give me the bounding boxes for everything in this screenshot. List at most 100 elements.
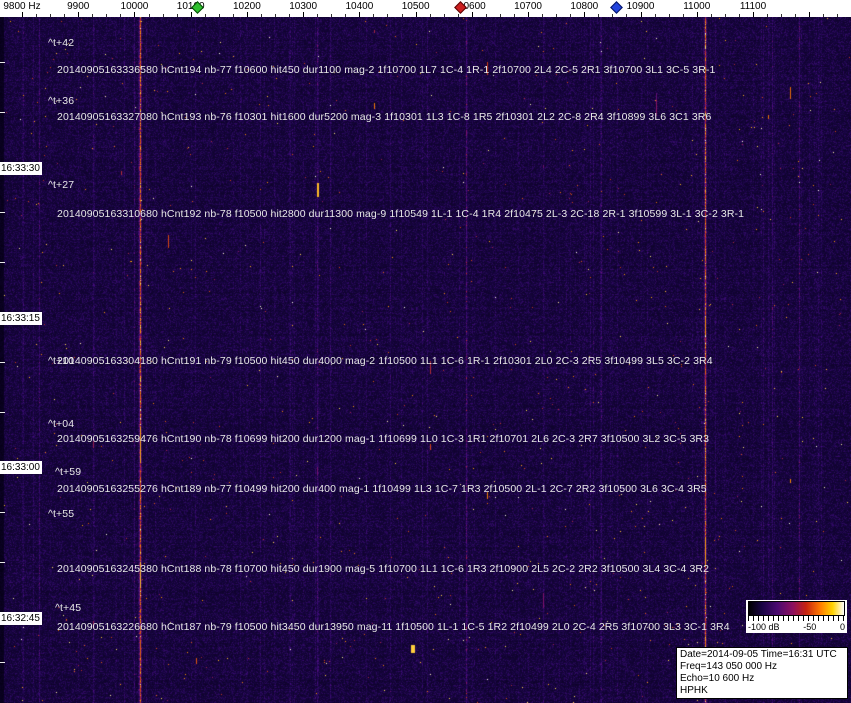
time-tick xyxy=(0,412,5,413)
freq-label: 10000 xyxy=(120,1,149,12)
time-tick xyxy=(0,562,5,563)
info-date-time: Date=2014-09-05 Time=16:31 UTC xyxy=(680,649,837,660)
freq-label: 10400 xyxy=(345,1,374,12)
detection-line: 20140905163226680 hCnt187 nb-79 f10500 h… xyxy=(57,621,730,633)
detection-line: 20140905163327080 hCnt193 nb-76 f10301 h… xyxy=(57,111,712,123)
freq-minor-tick xyxy=(485,14,487,17)
freq-minor-tick xyxy=(710,14,712,17)
freq-major-tick xyxy=(471,12,473,17)
freq-minor-tick xyxy=(767,14,769,17)
freq-major-tick xyxy=(528,12,530,17)
freq-major-tick xyxy=(246,12,248,17)
time-tick xyxy=(0,212,5,213)
detection-line: 20140905163310680 hCnt192 nb-78 f10500 h… xyxy=(57,208,745,220)
freq-minor-tick xyxy=(598,14,600,17)
echo-time-marker: ^t+45 xyxy=(55,602,82,614)
freq-minor-tick xyxy=(106,14,108,17)
freq-minor-tick xyxy=(36,14,38,17)
freq-minor-tick xyxy=(668,14,670,17)
status-info-box: Date=2014-09-05 Time=16:31 UTC Freq=143 … xyxy=(676,647,848,699)
freq-minor-tick xyxy=(682,14,684,17)
freq-label: 9900 xyxy=(67,1,90,12)
echo-time-marker: ^t+04 xyxy=(48,418,75,430)
legend-max-label: 0 xyxy=(839,622,845,632)
freq-minor-tick xyxy=(64,14,66,17)
freq-minor-tick xyxy=(148,14,150,17)
time-tick xyxy=(0,512,5,513)
detection-line: 20140905163336580 hCnt194 nb-77 f10600 h… xyxy=(57,64,716,76)
freq-label: 11100 xyxy=(739,1,767,12)
freq-major-tick xyxy=(415,12,417,17)
freq-major-tick xyxy=(640,12,642,17)
freq-minor-tick xyxy=(738,14,740,17)
detection-line: 20140905163304180 hCnt191 nb-79 f10500 h… xyxy=(57,355,713,367)
freq-minor-tick xyxy=(612,14,614,17)
time-axis-label: 16:33:30 xyxy=(0,162,42,175)
freq-minor-tick xyxy=(837,14,839,17)
freq-minor-tick xyxy=(724,14,726,17)
freq-minor-tick xyxy=(514,14,515,17)
freq-minor-tick xyxy=(654,14,656,17)
freq-minor-tick xyxy=(401,14,403,17)
time-tick xyxy=(0,262,5,263)
detection-line: 20140905163259476 hCnt190 nb-78 f10699 h… xyxy=(57,433,710,445)
info-echo: Echo=10 600 Hz xyxy=(680,673,755,684)
echo-time-marker: ^t+55 xyxy=(48,508,75,520)
freq-major-tick xyxy=(190,12,192,17)
echo-time-marker: ^t+59 xyxy=(55,466,82,478)
freq-minor-tick xyxy=(50,14,52,17)
spectrogram-app-window: 9800 Hz990010000101001020010300104001050… xyxy=(0,0,851,703)
freq-major-tick xyxy=(359,12,361,17)
freq-label: 11000 xyxy=(683,1,711,12)
freq-minor-tick xyxy=(162,14,164,17)
freq-major-tick xyxy=(134,12,136,17)
freq-label: 10500 xyxy=(401,1,430,12)
freq-minor-tick xyxy=(429,14,431,17)
freq-major-tick xyxy=(809,12,811,17)
freq-minor-tick xyxy=(443,14,445,17)
color-gradient-bar xyxy=(748,601,845,616)
freq-minor-tick xyxy=(92,14,94,17)
freq-label: 9800 Hz xyxy=(3,1,41,12)
freq-label: 10200 xyxy=(233,1,261,12)
freq-minor-tick xyxy=(176,14,178,17)
marker-blue-diamond[interactable] xyxy=(610,1,623,14)
freq-minor-tick xyxy=(823,14,825,17)
frequency-ruler: 9800 Hz990010000101001020010300104001050… xyxy=(0,0,851,17)
freq-minor-tick xyxy=(218,14,220,17)
freq-major-tick xyxy=(303,12,305,17)
freq-minor-tick xyxy=(275,14,277,17)
echo-time-marker: ^t+36 xyxy=(48,95,75,107)
freq-minor-tick xyxy=(457,14,459,17)
freq-major-tick xyxy=(752,12,754,17)
legend-labels: -100 dB -50 0 xyxy=(748,621,845,632)
freq-minor-tick xyxy=(232,14,234,17)
freq-label: 10800 xyxy=(570,1,599,12)
freq-minor-tick xyxy=(499,14,501,17)
echo-time-marker: ^t+27 xyxy=(48,179,75,191)
freq-label: 10300 xyxy=(289,1,318,12)
freq-minor-tick xyxy=(204,14,206,17)
echo-time-marker: ^t+42 xyxy=(48,37,75,49)
freq-minor-tick xyxy=(331,14,333,17)
freq-minor-tick xyxy=(260,14,262,17)
info-frequency: Freq=143 050 000 Hz xyxy=(680,661,778,672)
time-tick xyxy=(0,112,5,113)
freq-minor-tick xyxy=(570,14,572,17)
info-station: HPHK xyxy=(680,685,708,696)
color-scale-legend: -100 dB -50 0 xyxy=(746,600,847,633)
time-tick xyxy=(0,362,5,363)
freq-minor-tick xyxy=(289,14,291,17)
freq-label: 10700 xyxy=(514,1,542,12)
time-axis-label: 16:32:45 xyxy=(0,612,42,625)
freq-major-tick xyxy=(22,12,23,17)
freq-major-tick xyxy=(78,12,80,17)
freq-minor-tick xyxy=(781,14,783,17)
time-tick xyxy=(0,62,5,63)
freq-minor-tick xyxy=(626,14,628,17)
detection-line: 20140905163245380 hCnt188 nb-78 f10700 h… xyxy=(57,563,710,575)
freq-major-tick xyxy=(584,12,586,17)
freq-minor-tick xyxy=(542,14,544,17)
freq-minor-tick xyxy=(556,14,558,17)
time-axis-label: 16:33:15 xyxy=(0,312,42,325)
